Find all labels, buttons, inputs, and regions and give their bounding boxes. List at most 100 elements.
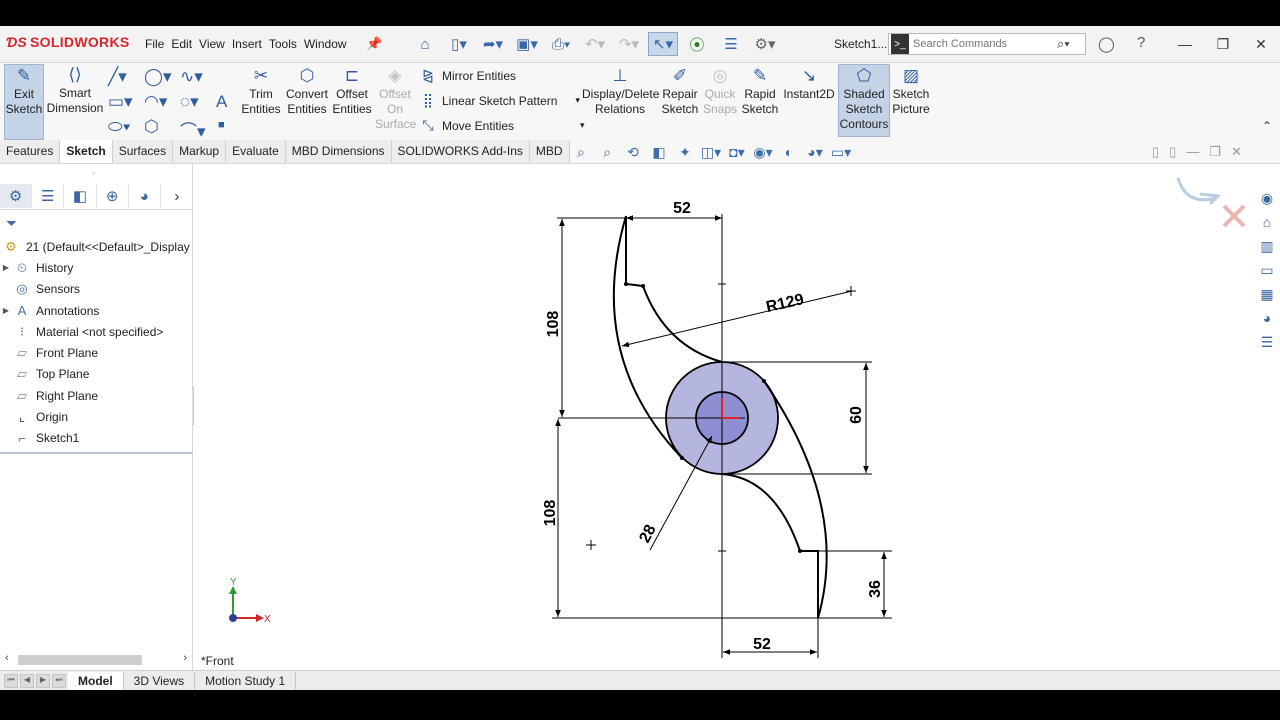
- previous-view-icon[interactable]: ⟲: [622, 144, 644, 162]
- display-delete-relations-button[interactable]: ⊥ Display/Delete Relations: [582, 65, 659, 117]
- rollback-bar[interactable]: [0, 452, 193, 454]
- minimize-icon[interactable]: —: [1166, 30, 1204, 58]
- repair-sketch-button[interactable]: ✐ Repair Sketch: [660, 65, 700, 117]
- convert-entities-button[interactable]: ⬡ Convert Entities: [284, 65, 330, 117]
- line-icon[interactable]: ╱▾: [108, 67, 127, 87]
- prev-tab-icon[interactable]: ◀: [20, 673, 34, 688]
- dim-bottom-width[interactable]: 52: [753, 636, 771, 653]
- menu-tools[interactable]: Tools: [269, 37, 304, 51]
- scroll-thumb[interactable]: [18, 655, 142, 665]
- home-icon[interactable]: ⌂: [1256, 214, 1278, 234]
- home-icon[interactable]: ⌂: [410, 32, 440, 56]
- open-icon[interactable]: ➦▾: [478, 32, 508, 56]
- horizontal-scrollbar[interactable]: ‹ ›: [2, 652, 190, 666]
- hide-show-items-icon[interactable]: ◉▾: [752, 144, 774, 162]
- dim-circle-diameter[interactable]: 60: [848, 406, 865, 424]
- appearances-icon[interactable]: ◕: [1256, 310, 1278, 330]
- tile-icon[interactable]: ▯: [1169, 144, 1176, 160]
- spline-icon[interactable]: ∿▾: [180, 67, 203, 87]
- quick-snaps-button[interactable]: ◎ Quick Snaps: [702, 65, 738, 117]
- circle-icon[interactable]: ◯▾: [144, 67, 172, 87]
- tab-motion-study-1[interactable]: Motion Study 1: [195, 671, 297, 690]
- polygon-arc-icon[interactable]: ◌▾: [180, 92, 199, 112]
- dim-radius[interactable]: R129: [764, 291, 805, 316]
- exit-sketch-button[interactable]: ✎ Exit Sketch: [4, 64, 44, 140]
- tree-item-top-plane[interactable]: ▱ Top Plane: [0, 364, 193, 385]
- grip-icon[interactable]: ◦: [92, 168, 95, 178]
- zoom-to-fit-icon[interactable]: ⌕: [570, 144, 592, 162]
- save-icon[interactable]: ▣▾: [512, 32, 542, 56]
- offset-entities-button[interactable]: ⊏ Offset Entities: [331, 65, 373, 117]
- dim-top-width[interactable]: 52: [673, 200, 691, 217]
- minimize-icon[interactable]: —: [1186, 144, 1199, 160]
- sketch-svg[interactable]: 52 52 108 108 R129 60 28 36 Y X: [194, 164, 1254, 672]
- tree-item-right-plane[interactable]: ▱ Right Plane: [0, 385, 193, 406]
- tab-3d-views[interactable]: 3D Views: [124, 671, 196, 690]
- section-view-icon[interactable]: ◧: [648, 144, 670, 162]
- menu-window[interactable]: Window: [304, 37, 354, 51]
- next-tab-icon[interactable]: ▶: [36, 673, 50, 688]
- tree-root[interactable]: ⚙ 21 (Default<<Default>_Display: [0, 236, 193, 257]
- dim-lower-height[interactable]: 108: [542, 500, 559, 527]
- mirror-entities-button[interactable]: ⧎ Mirror Entities: [420, 67, 516, 84]
- profile-outline[interactable]: [625, 216, 723, 363]
- offset-on-surface-button[interactable]: ◈ Offset On Surface: [375, 65, 416, 132]
- tab-model[interactable]: Model: [68, 671, 124, 690]
- menu-file[interactable]: File: [145, 37, 171, 51]
- tree-item-sensors[interactable]: ◎ Sensors: [0, 279, 193, 300]
- tab-sketch[interactable]: Sketch: [60, 140, 113, 163]
- rebuild-icon[interactable]: ⦿: [682, 32, 712, 56]
- select-icon[interactable]: ↖▾: [648, 32, 678, 56]
- fillet-icon[interactable]: ⌒▾: [180, 117, 206, 142]
- feature-manager-tab-icon[interactable]: ⚙: [0, 184, 33, 208]
- display-manager-tab-icon[interactable]: ◕: [129, 184, 161, 208]
- collapse-ribbon-icon[interactable]: ⌃: [1262, 119, 1272, 133]
- file-properties-icon[interactable]: ☰: [716, 32, 746, 56]
- file-explorer-icon[interactable]: ▭: [1256, 262, 1278, 282]
- solidworks-resources-icon[interactable]: ◉: [1256, 190, 1278, 210]
- dim-upper-height[interactable]: 108: [545, 311, 562, 338]
- property-manager-tab-icon[interactable]: ☰: [32, 184, 65, 208]
- tree-item-material[interactable]: ⁝ Material <not specified>: [0, 321, 193, 342]
- text-icon[interactable]: A: [216, 92, 227, 112]
- scroll-right-icon[interactable]: ›: [183, 652, 187, 664]
- dimxpert-manager-tab-icon[interactable]: ⊕: [97, 184, 129, 208]
- restore-icon[interactable]: ❐: [1204, 30, 1242, 58]
- confirmation-corner[interactable]: [1176, 177, 1246, 228]
- solidworks-logo[interactable]: ƊS SOLIDWORKS: [6, 34, 130, 50]
- chevron-right-icon[interactable]: ›: [161, 184, 193, 208]
- expand-arrow-icon[interactable]: ▶: [0, 306, 12, 315]
- dim-step-height[interactable]: 36: [867, 580, 884, 598]
- filter-icon[interactable]: ⏷: [6, 215, 17, 232]
- design-library-icon[interactable]: ▥: [1256, 238, 1278, 258]
- close-icon[interactable]: ✕: [1242, 30, 1280, 58]
- move-entities-button[interactable]: ⤡ Move Entities ▾: [420, 117, 584, 134]
- edit-appearance-icon[interactable]: ◐: [778, 144, 800, 162]
- rectangle-icon[interactable]: ▭▾: [108, 92, 133, 112]
- tree-item-annotations[interactable]: ▶ A Annotations: [0, 300, 193, 321]
- tree-item-origin[interactable]: ⌞ Origin: [0, 406, 193, 427]
- dim-hole-diameter[interactable]: 28: [636, 522, 659, 546]
- apply-scene-icon[interactable]: ◕▾: [804, 144, 826, 162]
- polygon-icon[interactable]: ⬡: [144, 117, 159, 137]
- search-icon[interactable]: ⌕▾: [1057, 36, 1070, 52]
- print-icon[interactable]: ⎙▾: [546, 32, 576, 56]
- menu-view[interactable]: View: [199, 37, 232, 51]
- search-input[interactable]: [913, 38, 1053, 50]
- menu-edit[interactable]: Edit: [171, 37, 199, 51]
- arc-icon[interactable]: ◠▾: [144, 92, 167, 112]
- slot-icon[interactable]: ⬭▾: [108, 117, 131, 137]
- smart-dimension-button[interactable]: ⟨⟩ Smart Dimension: [46, 64, 104, 140]
- tab-mbd[interactable]: MBD: [529, 140, 570, 163]
- tab-mbd-dimensions[interactable]: MBD Dimensions: [285, 140, 392, 163]
- tab-features[interactable]: Features: [0, 140, 61, 163]
- sketch-picture-button[interactable]: ▨ Sketch Picture: [890, 65, 932, 117]
- custom-properties-icon[interactable]: ☰: [1256, 334, 1278, 354]
- tree-item-history[interactable]: ▶ ⏲ History: [0, 257, 193, 278]
- expand-arrow-icon[interactable]: ▶: [0, 263, 12, 272]
- undo-icon[interactable]: ↶▾: [580, 32, 610, 56]
- tree-item-front-plane[interactable]: ▱ Front Plane: [0, 342, 193, 363]
- display-style-icon[interactable]: ◘▾: [726, 144, 748, 162]
- tab-surfaces[interactable]: Surfaces: [112, 140, 174, 163]
- restore-icon[interactable]: ❐: [1209, 144, 1221, 160]
